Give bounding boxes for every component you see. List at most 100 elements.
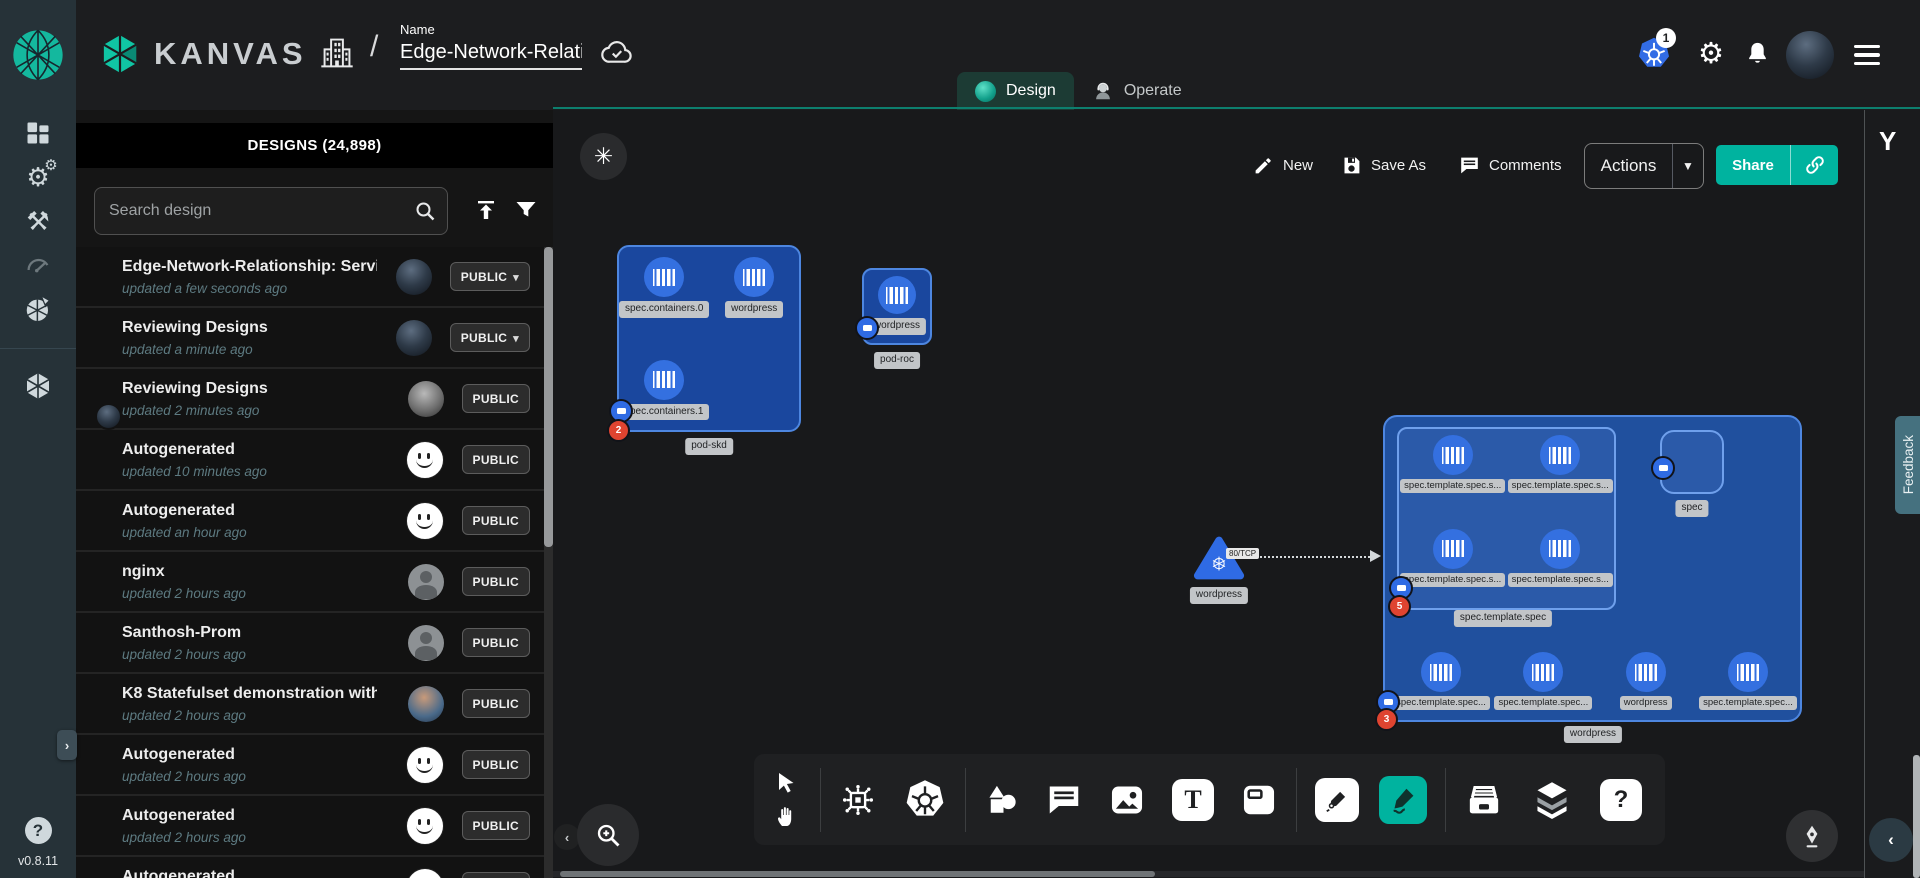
snowflake-toggle-button[interactable]: ✳ bbox=[580, 133, 627, 180]
drawer-tool-icon[interactable] bbox=[1464, 780, 1504, 820]
pod-group-node[interactable]: spec.containers.0 wordpress spec.contain… bbox=[617, 245, 801, 432]
visibility-badge[interactable]: PUBLIC bbox=[462, 445, 530, 474]
container-node[interactable] bbox=[1433, 435, 1473, 475]
share-button[interactable]: Share bbox=[1716, 145, 1838, 185]
service-edge[interactable] bbox=[1249, 556, 1373, 558]
actions-dropdown-button[interactable]: Actions ▼ bbox=[1584, 143, 1704, 189]
pod-single-node[interactable]: wordpress pod-roc bbox=[862, 268, 932, 345]
new-design-button[interactable]: New bbox=[1253, 143, 1313, 187]
visibility-badge[interactable]: PUBLIC bbox=[462, 811, 530, 840]
cloud-sync-icon[interactable] bbox=[600, 38, 634, 66]
search-icon[interactable] bbox=[413, 199, 437, 223]
notifications-bell-icon[interactable] bbox=[1744, 40, 1771, 67]
design-list-item[interactable]: nginx updated 2 hours ago PUBLIC bbox=[76, 552, 544, 613]
design-list-item[interactable]: Autogenerated updated an hour ago PUBLIC bbox=[76, 491, 544, 552]
sidebar-item-extensions[interactable] bbox=[23, 294, 53, 324]
comments-button[interactable]: Comments bbox=[1459, 143, 1562, 187]
canvas-hscrollbar-thumb[interactable] bbox=[560, 871, 1155, 877]
layers-tool-icon[interactable] bbox=[1532, 779, 1572, 821]
sidebar-item-toolkit[interactable]: ⚒ bbox=[23, 206, 53, 236]
pod-error-badge[interactable]: 2 bbox=[607, 419, 630, 442]
organization-icon[interactable] bbox=[320, 34, 354, 70]
actions-caret-icon[interactable]: ▼ bbox=[1673, 159, 1703, 173]
kubernetes-components-icon[interactable] bbox=[903, 778, 947, 822]
design-list-item[interactable]: Santhosh-Prom updated 2 hours ago PUBLIC bbox=[76, 613, 544, 674]
import-design-icon[interactable] bbox=[474, 198, 498, 222]
visibility-badge[interactable]: PUBLIC bbox=[462, 628, 530, 657]
container-node[interactable] bbox=[1626, 652, 1666, 692]
visibility-badge[interactable]: PUBLIC bbox=[450, 323, 530, 352]
user-avatar[interactable] bbox=[1786, 31, 1834, 79]
collapse-rail-chevron[interactable]: ‹ bbox=[1869, 818, 1913, 862]
design-list-item[interactable]: K8 Statefulset demonstration with mo upd… bbox=[76, 674, 544, 735]
panel-expand-handle[interactable]: › bbox=[57, 730, 77, 760]
visibility-badge[interactable]: PUBLIC bbox=[462, 872, 530, 878]
design-name-input[interactable] bbox=[400, 41, 582, 70]
visibility-badge[interactable]: PUBLIC bbox=[450, 262, 530, 291]
container-node[interactable] bbox=[1433, 529, 1473, 569]
visibility-badge[interactable]: PUBLIC bbox=[462, 384, 530, 413]
visibility-badge[interactable]: PUBLIC bbox=[462, 567, 530, 596]
zoom-in-button[interactable] bbox=[577, 804, 639, 866]
container-node[interactable] bbox=[1421, 652, 1461, 692]
visibility-badge[interactable]: PUBLIC bbox=[462, 750, 530, 779]
meshery-logo[interactable] bbox=[0, 0, 76, 110]
filter-icon[interactable] bbox=[514, 198, 538, 222]
chevron-down-icon[interactable] bbox=[513, 270, 519, 284]
design-list-item[interactable]: Autogenerated updated 2 hours ago PUBLIC bbox=[76, 857, 544, 878]
tab-design[interactable]: Design bbox=[957, 72, 1074, 110]
note-tool-icon[interactable] bbox=[1240, 781, 1278, 819]
freehand-draw-tool-icon[interactable] bbox=[1379, 776, 1427, 824]
design-list-item[interactable]: Autogenerated updated 2 hours ago PUBLIC bbox=[76, 735, 544, 796]
pen-mode-button[interactable] bbox=[1786, 810, 1838, 862]
menu-hamburger-icon[interactable] bbox=[1854, 45, 1880, 65]
visibility-badge[interactable]: PUBLIC bbox=[462, 506, 530, 535]
design-list-item[interactable]: Reviewing Designs updated 2 minutes ago … bbox=[76, 369, 544, 430]
kanvas-logo[interactable]: KANVAS bbox=[98, 32, 307, 76]
container-node[interactable] bbox=[1523, 652, 1563, 692]
spec-node[interactable]: spec bbox=[1660, 430, 1724, 494]
pen-path-tool-icon[interactable] bbox=[1315, 778, 1359, 822]
sidebar-item-performance[interactable] bbox=[23, 250, 53, 280]
design-list-item[interactable]: Autogenerated updated 10 minutes ago PUB… bbox=[76, 430, 544, 491]
feedback-button[interactable]: Feedback bbox=[1895, 416, 1920, 514]
visibility-badge[interactable]: PUBLIC bbox=[462, 689, 530, 718]
flows-icon[interactable]: Y bbox=[1879, 126, 1896, 157]
container-node[interactable] bbox=[644, 257, 684, 297]
template-error-badge[interactable]: 5 bbox=[1388, 595, 1411, 618]
kubernetes-context-button[interactable]: 1 bbox=[1636, 36, 1672, 72]
pan-hand-icon[interactable] bbox=[774, 804, 798, 828]
container-node[interactable] bbox=[878, 276, 916, 314]
chevron-down-icon[interactable] bbox=[513, 331, 519, 345]
container-node[interactable] bbox=[1540, 435, 1580, 475]
settings-gear-icon[interactable]: ⚙ bbox=[1698, 40, 1724, 69]
comment-tool-icon[interactable] bbox=[1046, 782, 1082, 818]
shapes-tool-icon[interactable] bbox=[984, 782, 1020, 818]
sidebar-item-dashboard[interactable] bbox=[23, 118, 53, 148]
container-node[interactable] bbox=[734, 257, 774, 297]
container-node[interactable] bbox=[644, 360, 684, 400]
search-input[interactable] bbox=[95, 202, 413, 220]
save-as-button[interactable]: Save As bbox=[1341, 143, 1426, 187]
sidebar-item-kanvas[interactable] bbox=[23, 371, 53, 401]
text-tool-icon[interactable]: T bbox=[1172, 779, 1214, 821]
design-list-item[interactable]: Edge-Network-Relationship: Service updat… bbox=[76, 247, 544, 308]
design-list-item[interactable]: Autogenerated updated 2 hours ago PUBLIC bbox=[76, 796, 544, 857]
container-node[interactable] bbox=[1728, 652, 1768, 692]
help-tool-icon[interactable]: ? bbox=[1600, 779, 1642, 821]
help-button[interactable]: ? bbox=[25, 817, 52, 844]
components-chip-icon[interactable] bbox=[839, 781, 877, 819]
deployment-node[interactable]: spec.template.spec.s... spec.template.sp… bbox=[1383, 415, 1802, 722]
container-node[interactable] bbox=[1540, 529, 1580, 569]
sidebar-item-lifecycle[interactable]: ⚙⚙ bbox=[23, 162, 53, 192]
design-owner-avatar bbox=[408, 686, 444, 722]
tab-operate[interactable]: Operate bbox=[1074, 72, 1200, 110]
select-cursor-icon[interactable] bbox=[774, 771, 798, 795]
deployment-error-badge[interactable]: 3 bbox=[1375, 708, 1398, 731]
rail-scrollbar-thumb[interactable] bbox=[1913, 755, 1920, 878]
image-tool-icon[interactable] bbox=[1108, 781, 1146, 819]
design-list-item[interactable]: Reviewing Designs updated a minute ago P… bbox=[76, 308, 544, 369]
designs-scrollbar-thumb[interactable] bbox=[544, 247, 553, 547]
copy-link-icon[interactable] bbox=[1791, 154, 1838, 176]
deployment-template-node[interactable]: spec.template.spec.s... spec.template.sp… bbox=[1397, 427, 1616, 610]
